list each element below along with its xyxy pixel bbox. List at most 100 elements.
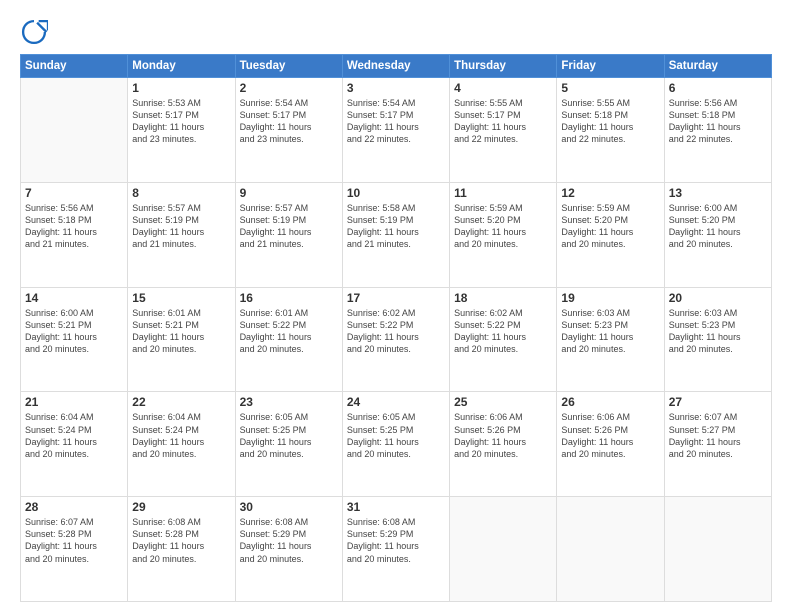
calendar-cell: 31Sunrise: 6:08 AM Sunset: 5:29 PM Dayli… — [342, 497, 449, 602]
calendar-cell: 11Sunrise: 5:59 AM Sunset: 5:20 PM Dayli… — [450, 182, 557, 287]
day-number: 7 — [25, 186, 123, 200]
calendar-cell: 19Sunrise: 6:03 AM Sunset: 5:23 PM Dayli… — [557, 287, 664, 392]
day-info: Sunrise: 6:00 AM Sunset: 5:20 PM Dayligh… — [669, 202, 767, 251]
calendar-cell: 3 Sunrise: 5:54 AM Sunset: 5:17 PM Daylig… — [342, 78, 449, 183]
calendar-week-1: 1Sunrise: 5:53 AM Sunset: 5:17 PM Daylig… — [21, 78, 772, 183]
calendar-cell: 25 Sunrise: 6:06 AM Sunset: 5:26 PM Dayli… — [450, 392, 557, 497]
calendar-cell: 18Sunrise: 6:02 AM Sunset: 5:22 PM Dayli… — [450, 287, 557, 392]
day-info: Sunrise: 6:07 AM Sunset: 5:28 PM Dayligh… — [25, 516, 123, 565]
weekday-header-wednesday: Wednesday — [342, 55, 449, 78]
day-info: Sunrise: 6:06 AM Sunset: 5:26 PM Dayligh… — [561, 411, 659, 460]
day-info: Sunrise: 6:05 AM Sunset: 5:25 PM Dayligh… — [347, 411, 445, 460]
day-info: Sunrise: 5:59 AM Sunset: 5:20 PM Dayligh… — [561, 202, 659, 251]
day-info: Sunrise: 5:58 AM Sunset: 5:19 PM Dayligh… — [347, 202, 445, 251]
calendar-cell: 16 Sunrise: 6:01 AM Sunset: 5:22 PM Dayli… — [235, 287, 342, 392]
day-info: Sunrise: 5:56 AM Sunset: 5:18 PM Dayligh… — [25, 202, 123, 251]
day-number: 29 — [132, 500, 230, 514]
calendar-cell: 10 Sunrise: 5:58 AM Sunset: 5:19 PM Dayli… — [342, 182, 449, 287]
day-info: Sunrise: 5:55 AM Sunset: 5:18 PM Dayligh… — [561, 97, 659, 146]
calendar-week-2: 7 Sunrise: 5:56 AM Sunset: 5:18 PM Daylig… — [21, 182, 772, 287]
weekday-header-monday: Monday — [128, 55, 235, 78]
calendar-cell — [21, 78, 128, 183]
day-info: Sunrise: 6:03 AM Sunset: 5:23 PM Dayligh… — [561, 307, 659, 356]
day-number: 16 — [240, 291, 338, 305]
day-number: 23 — [240, 395, 338, 409]
day-number: 1 — [132, 81, 230, 95]
day-number: 6 — [669, 81, 767, 95]
day-number: 24 — [347, 395, 445, 409]
logo-icon — [20, 18, 48, 46]
day-number: 15 — [132, 291, 230, 305]
weekday-header-thursday: Thursday — [450, 55, 557, 78]
day-number: 10 — [347, 186, 445, 200]
calendar-week-4: 21 Sunrise: 6:04 AM Sunset: 5:24 PM Dayli… — [21, 392, 772, 497]
day-number: 30 — [240, 500, 338, 514]
day-info: Sunrise: 6:08 AM Sunset: 5:29 PM Dayligh… — [240, 516, 338, 565]
day-number: 31 — [347, 500, 445, 514]
day-info: Sunrise: 6:03 AM Sunset: 5:23 PM Dayligh… — [669, 307, 767, 356]
calendar-cell: 4 Sunrise: 5:55 AM Sunset: 5:17 PM Daylig… — [450, 78, 557, 183]
day-info: Sunrise: 6:01 AM Sunset: 5:21 PM Dayligh… — [132, 307, 230, 356]
calendar-cell: 30 Sunrise: 6:08 AM Sunset: 5:29 PM Dayli… — [235, 497, 342, 602]
day-info: Sunrise: 5:54 AM Sunset: 5:17 PM Dayligh… — [347, 97, 445, 146]
calendar-cell: 13 Sunrise: 6:00 AM Sunset: 5:20 PM Dayli… — [664, 182, 771, 287]
day-info: Sunrise: 6:02 AM Sunset: 5:22 PM Dayligh… — [347, 307, 445, 356]
calendar-cell: 23 Sunrise: 6:05 AM Sunset: 5:25 PM Dayli… — [235, 392, 342, 497]
calendar-cell: 6 Sunrise: 5:56 AM Sunset: 5:18 PM Daylig… — [664, 78, 771, 183]
calendar-cell: 12 Sunrise: 5:59 AM Sunset: 5:20 PM Dayli… — [557, 182, 664, 287]
logo — [20, 18, 50, 46]
calendar-cell: 15 Sunrise: 6:01 AM Sunset: 5:21 PM Dayli… — [128, 287, 235, 392]
day-info: Sunrise: 5:57 AM Sunset: 5:19 PM Dayligh… — [132, 202, 230, 251]
day-number: 3 — [347, 81, 445, 95]
day-info: Sunrise: 5:55 AM Sunset: 5:17 PM Dayligh… — [454, 97, 552, 146]
day-info: Sunrise: 6:01 AM Sunset: 5:22 PM Dayligh… — [240, 307, 338, 356]
calendar-cell: 14Sunrise: 6:00 AM Sunset: 5:21 PM Dayli… — [21, 287, 128, 392]
day-number: 17 — [347, 291, 445, 305]
day-info: Sunrise: 5:54 AM Sunset: 5:17 PM Dayligh… — [240, 97, 338, 146]
day-info: Sunrise: 5:56 AM Sunset: 5:18 PM Dayligh… — [669, 97, 767, 146]
calendar-cell: 7 Sunrise: 5:56 AM Sunset: 5:18 PM Daylig… — [21, 182, 128, 287]
weekday-header-sunday: Sunday — [21, 55, 128, 78]
calendar-cell: 24 Sunrise: 6:05 AM Sunset: 5:25 PM Dayli… — [342, 392, 449, 497]
calendar-cell: 8 Sunrise: 5:57 AM Sunset: 5:19 PM Daylig… — [128, 182, 235, 287]
day-info: Sunrise: 6:04 AM Sunset: 5:24 PM Dayligh… — [25, 411, 123, 460]
day-number: 20 — [669, 291, 767, 305]
day-number: 22 — [132, 395, 230, 409]
day-info: Sunrise: 6:08 AM Sunset: 5:28 PM Dayligh… — [132, 516, 230, 565]
calendar-cell — [664, 497, 771, 602]
day-info: Sunrise: 5:59 AM Sunset: 5:20 PM Dayligh… — [454, 202, 552, 251]
calendar-cell: 28 Sunrise: 6:07 AM Sunset: 5:28 PM Dayli… — [21, 497, 128, 602]
calendar-cell: 20 Sunrise: 6:03 AM Sunset: 5:23 PM Dayli… — [664, 287, 771, 392]
day-number: 28 — [25, 500, 123, 514]
calendar-cell — [557, 497, 664, 602]
calendar-cell: 1Sunrise: 5:53 AM Sunset: 5:17 PM Daylig… — [128, 78, 235, 183]
calendar-cell: 5 Sunrise: 5:55 AM Sunset: 5:18 PM Daylig… — [557, 78, 664, 183]
day-number: 12 — [561, 186, 659, 200]
weekday-header-friday: Friday — [557, 55, 664, 78]
calendar-cell: 22Sunrise: 6:04 AM Sunset: 5:24 PM Dayli… — [128, 392, 235, 497]
day-number: 8 — [132, 186, 230, 200]
day-number: 4 — [454, 81, 552, 95]
calendar-cell: 17 Sunrise: 6:02 AM Sunset: 5:22 PM Dayli… — [342, 287, 449, 392]
day-number: 26 — [561, 395, 659, 409]
day-info: Sunrise: 5:57 AM Sunset: 5:19 PM Dayligh… — [240, 202, 338, 251]
day-number: 2 — [240, 81, 338, 95]
day-number: 27 — [669, 395, 767, 409]
day-info: Sunrise: 6:05 AM Sunset: 5:25 PM Dayligh… — [240, 411, 338, 460]
day-number: 14 — [25, 291, 123, 305]
day-number: 18 — [454, 291, 552, 305]
day-info: Sunrise: 6:07 AM Sunset: 5:27 PM Dayligh… — [669, 411, 767, 460]
calendar-table: SundayMondayTuesdayWednesdayThursdayFrid… — [20, 54, 772, 602]
calendar-cell: 29 Sunrise: 6:08 AM Sunset: 5:28 PM Dayli… — [128, 497, 235, 602]
day-number: 25 — [454, 395, 552, 409]
weekday-header-row: SundayMondayTuesdayWednesdayThursdayFrid… — [21, 55, 772, 78]
day-number: 21 — [25, 395, 123, 409]
day-info: Sunrise: 6:06 AM Sunset: 5:26 PM Dayligh… — [454, 411, 552, 460]
day-number: 5 — [561, 81, 659, 95]
calendar-cell: 26 Sunrise: 6:06 AM Sunset: 5:26 PM Dayli… — [557, 392, 664, 497]
day-number: 13 — [669, 186, 767, 200]
weekday-header-saturday: Saturday — [664, 55, 771, 78]
page: SundayMondayTuesdayWednesdayThursdayFrid… — [0, 0, 792, 612]
header — [20, 18, 772, 46]
day-number: 9 — [240, 186, 338, 200]
